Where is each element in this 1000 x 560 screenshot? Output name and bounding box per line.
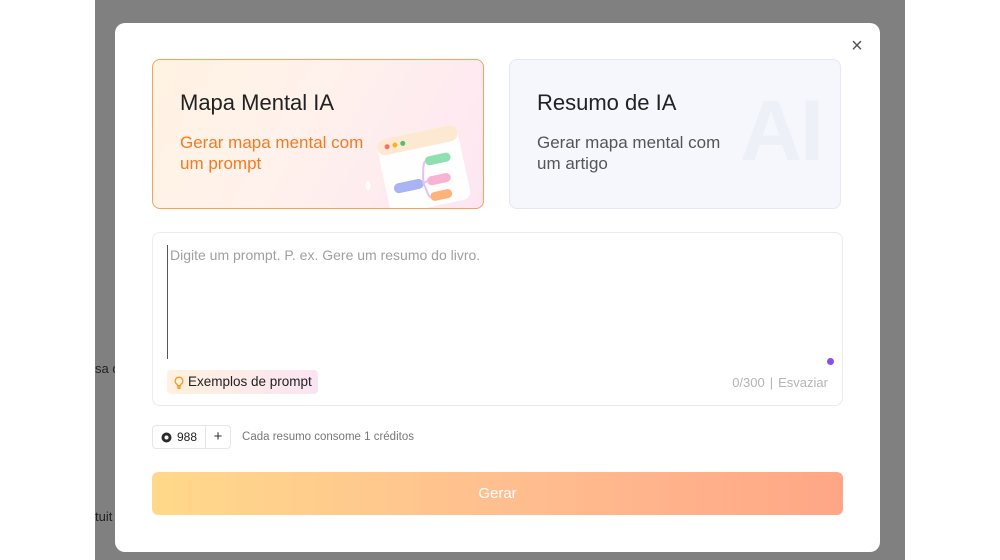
card-title: Mapa Mental IA bbox=[180, 90, 335, 115]
prompt-input[interactable] bbox=[167, 245, 832, 359]
clear-button[interactable]: Esvaziar bbox=[778, 375, 828, 390]
ai-watermark: AI bbox=[740, 83, 824, 179]
close-icon[interactable]: × bbox=[848, 36, 866, 56]
add-credits-button[interactable]: + bbox=[206, 426, 230, 448]
card-description: Gerar mapa mental com um prompt bbox=[180, 133, 364, 173]
credit-pill: 988 + bbox=[152, 425, 232, 449]
counter-separator: | bbox=[769, 375, 774, 390]
lightbulb-icon bbox=[173, 376, 185, 389]
background-text-fragment: tuit bbox=[95, 509, 113, 524]
prompt-box: Exemplos de prompt 0/300 | Esvaziar bbox=[152, 232, 843, 406]
card-description: Gerar mapa mental com um artigo bbox=[537, 133, 721, 173]
credits-row: 988 + Cada resumo consome 1 créditos bbox=[152, 425, 414, 449]
ai-mindmap-dialog: × Mapa Mental IA Gerar mapa mental com u… bbox=[115, 23, 880, 552]
mindmap-illustration-icon bbox=[365, 125, 471, 208]
card-resumo-de-ia[interactable]: AI Resumo de IA Gerar mapa mental com um… bbox=[509, 59, 841, 209]
status-dot bbox=[827, 358, 834, 365]
card-mapa-mental-ia[interactable]: Mapa Mental IA Gerar mapa mental com um … bbox=[152, 59, 484, 209]
credit-count: 988 bbox=[153, 426, 207, 448]
card-title: Resumo de IA bbox=[537, 90, 677, 115]
coin-icon bbox=[161, 432, 172, 443]
prompt-examples-label: Exemplos de prompt bbox=[188, 374, 312, 389]
char-count: 0/300 bbox=[732, 375, 765, 390]
generate-button[interactable]: Gerar bbox=[152, 472, 843, 515]
credit-info: Cada resumo consome 1 créditos bbox=[242, 431, 414, 443]
char-counter: 0/300 | Esvaziar bbox=[732, 375, 828, 390]
credit-count-value: 988 bbox=[177, 430, 198, 444]
prompt-examples-button[interactable]: Exemplos de prompt bbox=[167, 370, 318, 394]
